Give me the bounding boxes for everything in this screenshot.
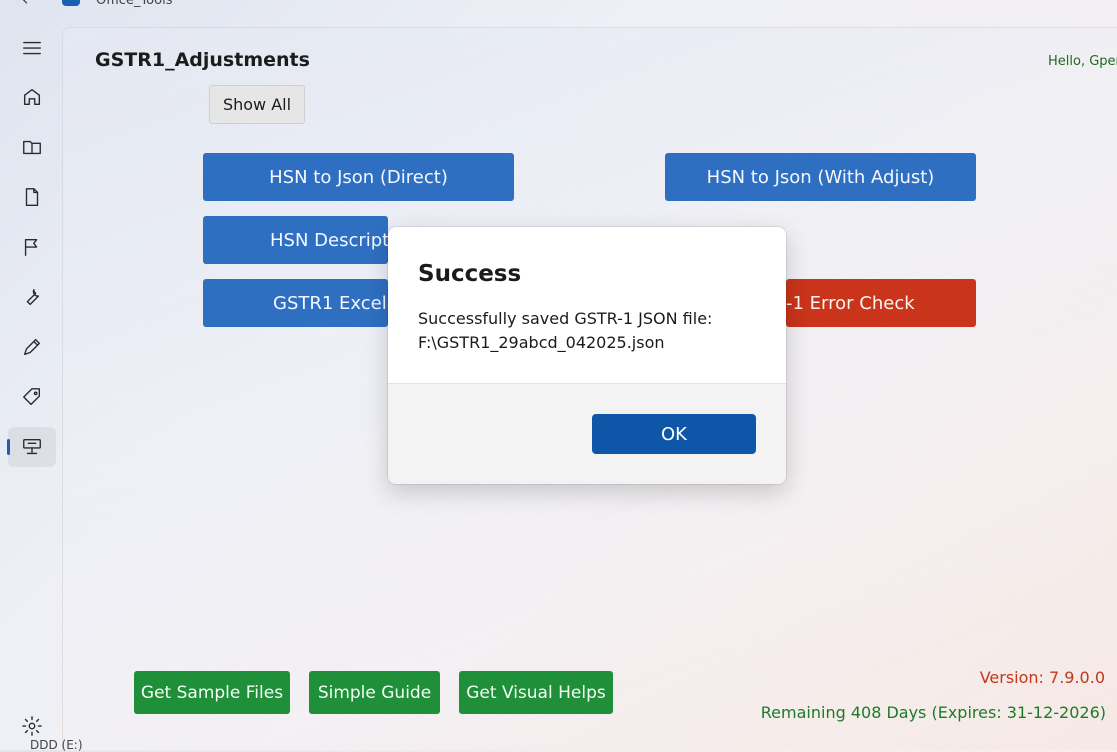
hsn-to-json-adjust-button[interactable]: HSN to Json (With Adjust)	[665, 153, 976, 201]
sidebar	[0, 14, 62, 750]
greeting-text: Hello, Gpen	[1048, 54, 1117, 69]
get-visual-helps-button[interactable]: Get Visual Helps	[459, 671, 613, 714]
dialog-message-line2: F:\GSTR1_29abcd_042025.json	[418, 333, 665, 352]
flag-icon[interactable]	[8, 227, 56, 267]
document-icon[interactable]	[8, 177, 56, 217]
version-text: Version: 7.9.0.0	[979, 668, 1105, 687]
back-arrow-icon[interactable]: ‹	[22, 0, 28, 9]
book-icon[interactable]	[8, 127, 56, 167]
page-title: GSTR1_Adjustments	[95, 49, 310, 71]
dialog-message-line1: Successfully saved GSTR-1 JSON file:	[418, 309, 713, 328]
title-bar: ‹ Office_Tools	[0, 0, 1117, 14]
home-icon[interactable]	[8, 77, 56, 117]
hsn-description-button[interactable]: HSN Descript	[203, 216, 388, 264]
success-dialog: Success Successfully saved GSTR-1 JSON f…	[388, 227, 786, 484]
remaining-days-text: Remaining 408 Days (Expires: 31-12-2026)	[760, 703, 1106, 722]
get-sample-files-button[interactable]: Get Sample Files	[134, 671, 290, 714]
app-logo-icon	[62, 0, 80, 6]
dialog-message: Successfully saved GSTR-1 JSON file: F:\…	[418, 307, 712, 355]
show-all-button[interactable]: Show All	[209, 85, 305, 124]
pencil-icon[interactable]	[8, 327, 56, 367]
hsn-to-json-direct-button[interactable]: HSN to Json (Direct)	[203, 153, 514, 201]
tag-icon[interactable]	[8, 377, 56, 417]
wrench-icon[interactable]	[8, 277, 56, 317]
dialog-title: Success	[418, 261, 522, 287]
simple-guide-button[interactable]: Simple Guide	[309, 671, 440, 714]
app-title: Office_Tools	[96, 0, 173, 8]
gstr1-excel-button[interactable]: GSTR1 Excel t	[203, 279, 388, 327]
error-check-button[interactable]: -1 Error Check	[786, 279, 976, 327]
ok-button[interactable]: OK	[592, 414, 756, 454]
menu-icon[interactable]	[8, 28, 56, 68]
tools-icon[interactable]	[7, 427, 56, 467]
